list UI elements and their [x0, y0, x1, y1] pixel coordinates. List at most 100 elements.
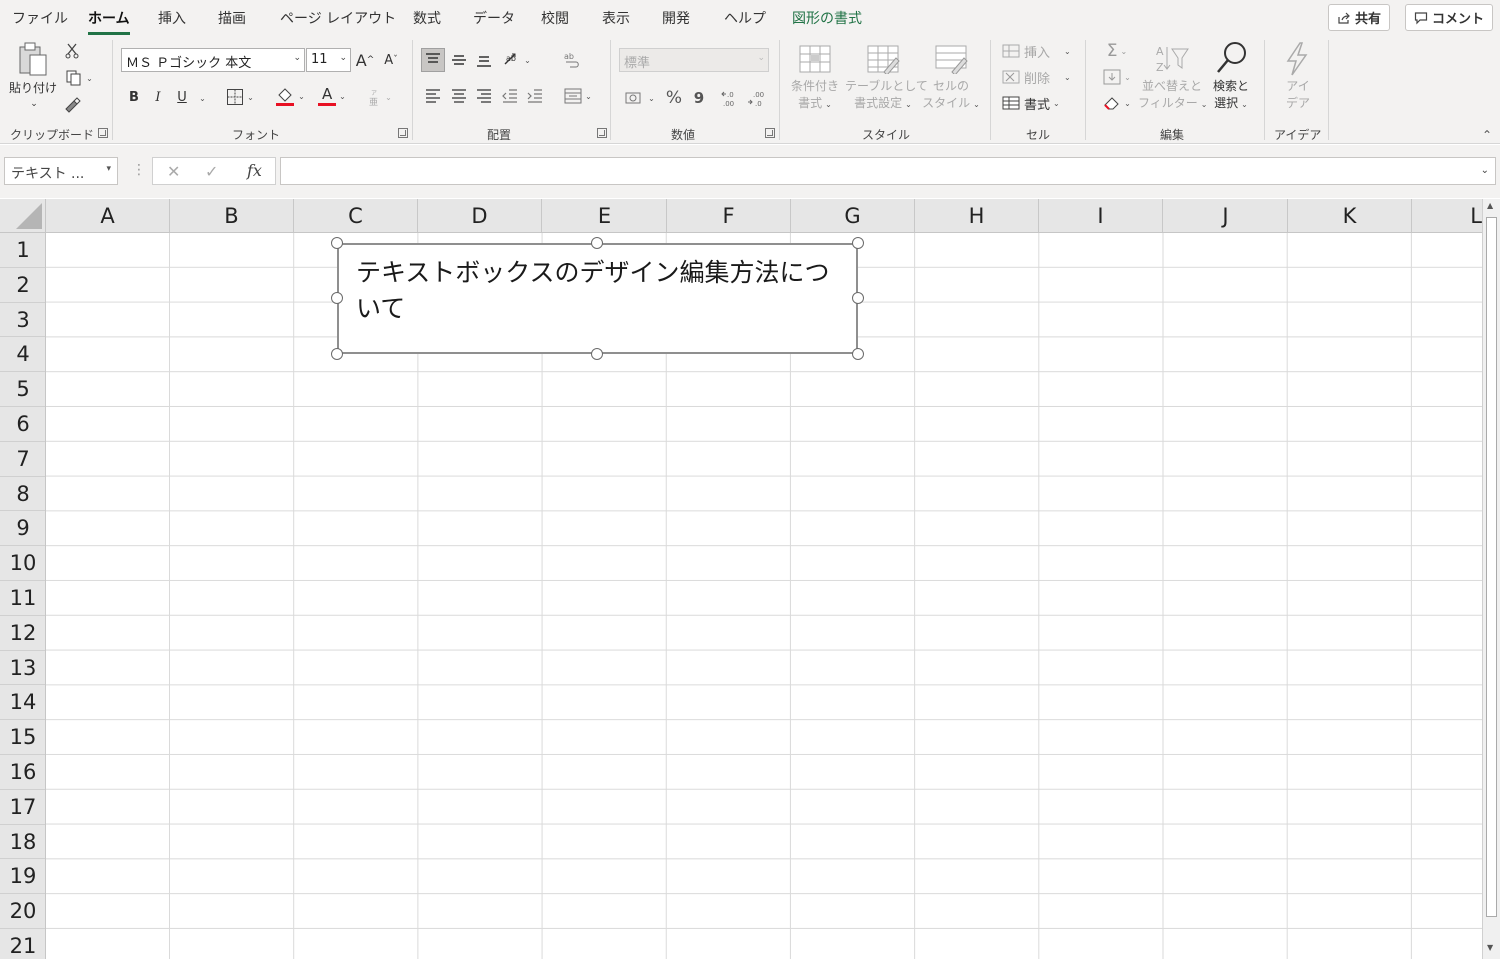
row-header[interactable]: 13: [0, 651, 45, 686]
accounting-format-button[interactable]: ⌄: [620, 86, 660, 110]
font-launcher-icon[interactable]: [398, 128, 408, 138]
number-format-select[interactable]: 標準 ⌄: [619, 48, 769, 72]
row-header[interactable]: 17: [0, 790, 45, 825]
align-right-button[interactable]: [472, 84, 496, 108]
increase-indent-button[interactable]: [523, 84, 547, 108]
resize-handle-bottom[interactable]: [591, 348, 603, 360]
expand-formula-bar-icon[interactable]: ⌄: [1481, 165, 1489, 176]
borders-button[interactable]: ⌄: [220, 86, 260, 108]
row-header[interactable]: 21: [0, 929, 45, 959]
fill-button[interactable]: ⌄: [1098, 66, 1136, 88]
number-launcher-icon[interactable]: [765, 128, 775, 138]
align-left-button[interactable]: [421, 84, 445, 108]
tab-review[interactable]: 校閲: [541, 8, 569, 28]
paste-dropdown-caret[interactable]: ⌄: [24, 96, 44, 113]
copy-button[interactable]: ⌄: [62, 68, 96, 88]
cell-styles-button[interactable]: [932, 42, 970, 76]
row-header[interactable]: 2: [0, 268, 45, 303]
insert-function-button[interactable]: fx: [247, 161, 262, 180]
column-header[interactable]: K: [1288, 199, 1412, 232]
resize-handle-bottom-right[interactable]: [852, 348, 864, 360]
row-header[interactable]: 7: [0, 442, 45, 477]
tab-data[interactable]: データ: [473, 8, 515, 28]
column-header[interactable]: D: [418, 199, 542, 232]
row-header[interactable]: 1: [0, 233, 45, 268]
select-all-button[interactable]: [0, 199, 46, 233]
sort-filter-button[interactable]: AZ: [1152, 42, 1192, 76]
check-icon[interactable]: ✓: [205, 162, 218, 181]
tab-formulas[interactable]: 数式: [413, 8, 441, 28]
row-header[interactable]: 6: [0, 407, 45, 442]
row-header[interactable]: 18: [0, 825, 45, 860]
cancel-icon[interactable]: ✕: [167, 162, 180, 181]
more-icon[interactable]: ⋮: [132, 162, 146, 178]
increase-font-size-button[interactable]: A ^: [355, 49, 375, 71]
conditional-formatting-button[interactable]: [796, 42, 834, 76]
text-box-shape[interactable]: テキストボックスのデザイン編集方法について: [337, 243, 858, 354]
cut-button[interactable]: [62, 42, 82, 60]
scroll-up-icon[interactable]: ▲: [1487, 201, 1493, 210]
tab-draw[interactable]: 描画: [218, 8, 246, 28]
underline-dropdown[interactable]: ⌄: [194, 88, 208, 108]
fill-color-button[interactable]: ⌄: [270, 84, 310, 108]
paste-button[interactable]: [10, 40, 56, 80]
format-as-table-button[interactable]: [864, 42, 902, 76]
tab-file[interactable]: ファイル: [12, 8, 68, 28]
row-header[interactable]: 9: [0, 511, 45, 547]
resize-handle-top[interactable]: [591, 237, 603, 249]
tab-developer[interactable]: 開発: [662, 8, 690, 28]
row-header[interactable]: 11: [0, 581, 45, 616]
column-header[interactable]: I: [1039, 199, 1163, 232]
align-center-button[interactable]: [447, 84, 471, 108]
clipboard-launcher-icon[interactable]: [98, 128, 108, 138]
resize-handle-left[interactable]: [331, 292, 343, 304]
name-box[interactable]: テキスト ... ▾: [4, 157, 118, 185]
ideas-button[interactable]: [1282, 40, 1312, 78]
decrease-font-size-button[interactable]: Aˇ: [381, 49, 401, 71]
collapse-ribbon-icon[interactable]: ⌃: [1482, 128, 1492, 142]
tab-shape-format[interactable]: 図形の書式: [792, 8, 862, 28]
resize-handle-bottom-left[interactable]: [331, 348, 343, 360]
column-header[interactable]: L: [1412, 199, 1482, 232]
vertical-scrollbar[interactable]: ▲ ▼: [1482, 199, 1500, 959]
tab-home[interactable]: ホーム: [88, 8, 130, 35]
scroll-down-icon[interactable]: ▼: [1487, 943, 1493, 952]
tab-view[interactable]: 表示: [602, 8, 630, 28]
tab-help[interactable]: ヘルプ: [724, 8, 766, 28]
percent-button[interactable]: %: [664, 86, 684, 110]
insert-cells-button[interactable]: 挿入 ⌄: [1002, 40, 1076, 62]
tab-page-layout[interactable]: ページ レイアウト: [280, 8, 396, 28]
column-header[interactable]: E: [543, 199, 667, 232]
phonetic-guide-button[interactable]: ア亜 ⌄: [362, 86, 398, 108]
comment-button[interactable]: コメント: [1405, 4, 1494, 31]
italic-button[interactable]: I: [148, 86, 168, 108]
font-color-button[interactable]: A ⌄: [312, 84, 352, 108]
find-select-button[interactable]: [1212, 40, 1252, 76]
align-top-button[interactable]: [421, 48, 445, 72]
delete-cells-button[interactable]: 削除 ⌄: [1002, 66, 1076, 88]
column-header[interactable]: J: [1164, 199, 1288, 232]
underline-button[interactable]: U: [172, 86, 192, 108]
column-header[interactable]: A: [46, 199, 170, 232]
tab-insert[interactable]: 挿入: [158, 8, 186, 28]
align-bottom-button[interactable]: [472, 48, 496, 72]
resize-handle-top-right[interactable]: [852, 237, 864, 249]
format-cells-button[interactable]: 書式 ⌄: [1002, 92, 1076, 114]
comma-style-button[interactable]: 9: [690, 86, 708, 110]
decrease-decimal-icon-button[interactable]: .00.0: [746, 86, 768, 110]
format-painter-button[interactable]: [62, 94, 82, 114]
column-header[interactable]: C: [294, 199, 418, 232]
row-header[interactable]: 4: [0, 337, 45, 373]
alignment-launcher-icon[interactable]: [597, 128, 607, 138]
row-header[interactable]: 19: [0, 859, 45, 895]
row-header[interactable]: 3: [0, 303, 45, 338]
column-header[interactable]: H: [915, 199, 1039, 232]
row-header[interactable]: 16: [0, 755, 45, 790]
row-header[interactable]: 5: [0, 372, 45, 407]
font-name-select[interactable]: ＭＳ Ｐゴシック 本文 ⌄: [121, 48, 305, 72]
column-header[interactable]: G: [791, 199, 915, 232]
font-size-select[interactable]: 11 ⌄: [306, 48, 351, 72]
clear-button[interactable]: ⌄: [1098, 92, 1136, 114]
increase-decimal-button[interactable]: .0.00: [720, 86, 742, 110]
text-box-content[interactable]: テキストボックスのデザイン編集方法について: [356, 255, 846, 327]
